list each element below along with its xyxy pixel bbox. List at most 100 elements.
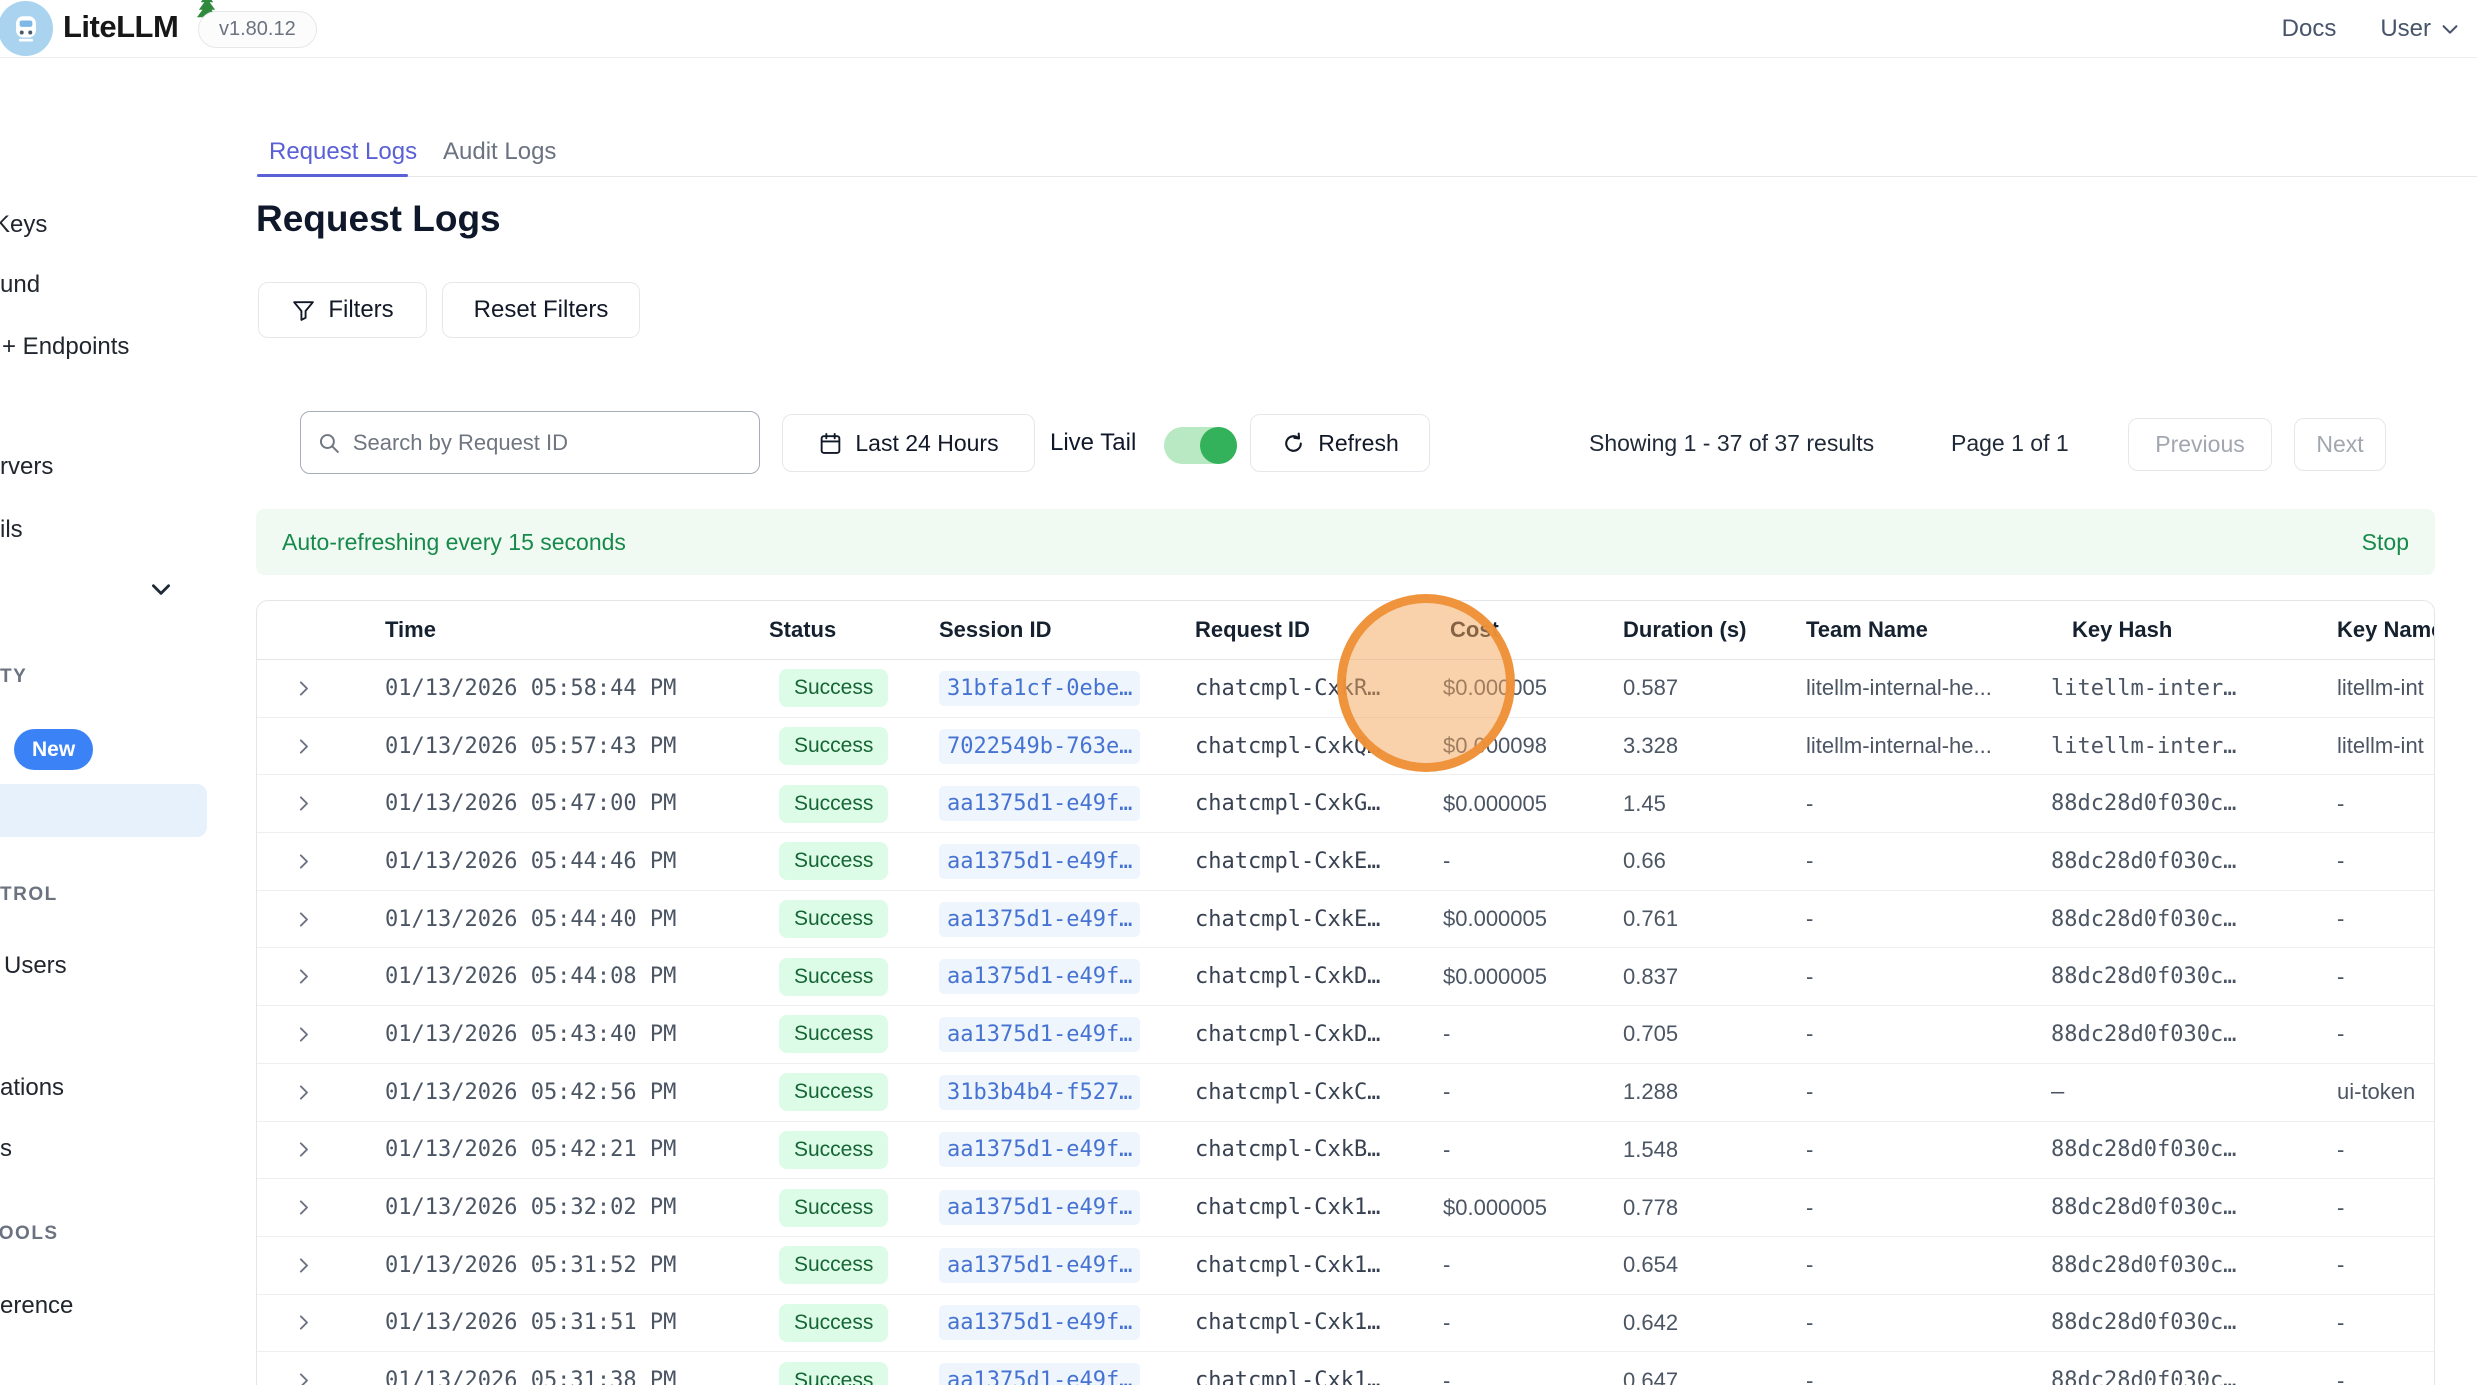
session-id-link[interactable]: aa1375d1-e49f… (939, 1132, 1140, 1167)
sidebar-item-playground[interactable]: und (0, 271, 40, 299)
cell-key-hash: 88dc28d0f030c… (2051, 1179, 2236, 1236)
status-badge: Success (779, 1246, 888, 1284)
session-id-link[interactable]: aa1375d1-e49f… (939, 844, 1140, 879)
session-id-link[interactable]: 31b3b4b4-f527… (939, 1075, 1140, 1110)
live-tail-toggle[interactable] (1164, 427, 1237, 464)
session-id-link[interactable]: aa1375d1-e49f… (939, 1017, 1140, 1052)
table-row: 01/13/2026 05:31:52 PM Success aa1375d1-… (257, 1237, 2434, 1295)
sidebar-item-reference[interactable]: erence (0, 1292, 73, 1320)
cell-key-name: - (2337, 891, 2344, 948)
session-id-link[interactable]: aa1375d1-e49f… (939, 786, 1140, 821)
cell-key-name: litellm-int (2337, 718, 2424, 775)
expand-row-chevron-icon[interactable] (293, 1179, 323, 1236)
expand-row-chevron-icon[interactable] (293, 1064, 323, 1121)
table-row: 01/13/2026 05:43:40 PM Success aa1375d1-… (257, 1006, 2434, 1064)
cell-team-name: - (1806, 1352, 1813, 1385)
status-badge: Success (779, 842, 888, 880)
cell-team-name: - (1806, 1006, 1813, 1063)
cell-duration: 0.647 (1623, 1352, 1678, 1385)
expand-row-chevron-icon[interactable] (293, 833, 323, 890)
cell-team-name: litellm-internal-he... (1806, 718, 1992, 775)
expand-row-chevron-icon[interactable] (293, 1006, 323, 1063)
sidebar-item-keys[interactable]: Keys (0, 211, 47, 239)
session-id-link[interactable]: aa1375d1-e49f… (939, 902, 1140, 937)
table-row: 01/13/2026 05:44:46 PM Success aa1375d1-… (257, 833, 2434, 891)
expand-row-chevron-icon[interactable] (293, 1352, 323, 1385)
refresh-icon (1281, 431, 1306, 456)
status-badge: Success (779, 958, 888, 996)
cell-key-name: - (2337, 833, 2344, 890)
sidebar-item-teams[interactable]: s (0, 1135, 12, 1163)
cell-time: 01/13/2026 05:44:40 PM (385, 891, 676, 948)
new-badge: New (14, 729, 93, 770)
cell-status: Success (779, 1295, 888, 1352)
expand-row-chevron-icon[interactable] (293, 1295, 323, 1352)
status-badge: Success (779, 1131, 888, 1169)
cell-team-name: - (1806, 1064, 1813, 1121)
tab-audit-logs[interactable]: Audit Logs (443, 138, 556, 166)
table-header-row: Time Status Session ID Request ID Cost D… (257, 601, 2434, 660)
table-row: 01/13/2026 05:31:51 PM Success aa1375d1-… (257, 1295, 2434, 1353)
expand-row-chevron-icon[interactable] (293, 1122, 323, 1179)
cell-key-name: - (2337, 1237, 2344, 1294)
expand-row-chevron-icon[interactable] (293, 1237, 323, 1294)
cell-key-hash: litellm-inter… (2051, 718, 2236, 775)
session-id-link[interactable]: aa1375d1-e49f… (939, 1363, 1140, 1385)
page-indicator: Page 1 of 1 (1951, 414, 2069, 472)
refresh-button[interactable]: Refresh (1250, 414, 1430, 472)
status-badge: Success (779, 1362, 888, 1385)
cell-key-name: - (2337, 1179, 2344, 1236)
cell-cost: $0.000005 (1443, 1179, 1547, 1236)
expand-row-chevron-icon[interactable] (293, 718, 323, 775)
cell-duration: 1.548 (1623, 1122, 1678, 1179)
tab-request-logs[interactable]: Request Logs (269, 138, 417, 166)
cell-key-hash: 88dc28d0f030c… (2051, 833, 2236, 890)
status-badge: Success (779, 1015, 888, 1053)
cell-key-hash: 88dc28d0f030c… (2051, 891, 2236, 948)
expand-row-chevron-icon[interactable] (293, 775, 323, 832)
session-id-link[interactable]: aa1375d1-e49f… (939, 1190, 1140, 1225)
sidebar-item-users[interactable]: Users (4, 952, 67, 980)
table-row: 01/13/2026 05:58:44 PM Success 31bfa1cf-… (257, 660, 2434, 718)
sidebar-section-observability: TY (0, 666, 27, 688)
sidebar-item-servers[interactable]: rvers (0, 453, 53, 481)
session-id-link[interactable]: aa1375d1-e49f… (939, 1305, 1140, 1340)
stop-auto-refresh-link[interactable]: Stop (2362, 529, 2409, 556)
cell-status: Success (779, 1237, 888, 1294)
col-header-time: Time (385, 601, 436, 659)
reset-filters-button[interactable]: Reset Filters (442, 282, 640, 338)
sidebar-item-guardrails[interactable]: ils (0, 516, 23, 544)
train-icon (9, 12, 43, 46)
expand-row-chevron-icon[interactable] (293, 891, 323, 948)
time-range-button[interactable]: Last 24 Hours (782, 414, 1035, 472)
session-id-link[interactable]: aa1375d1-e49f… (939, 1248, 1140, 1283)
cell-status: Success (779, 775, 888, 832)
cell-cost: $0.000005 (1443, 660, 1547, 717)
version-badge: v1.80.12 (198, 11, 317, 48)
sidebar-item-endpoints[interactable]: + Endpoints (2, 333, 129, 361)
search-input[interactable] (353, 430, 743, 456)
docs-link[interactable]: Docs (2282, 15, 2337, 43)
cell-key-name: ui-token (2337, 1064, 2415, 1121)
sidebar-chevron-down-icon[interactable] (148, 576, 174, 602)
table-row: 01/13/2026 05:31:38 PM Success aa1375d1-… (257, 1352, 2434, 1385)
expand-row-chevron-icon[interactable] (293, 948, 323, 1005)
cell-duration: 0.66 (1623, 833, 1666, 890)
expand-row-chevron-icon[interactable] (293, 660, 323, 717)
cell-cost: $0.000005 (1443, 948, 1547, 1005)
sidebar-item-organizations[interactable]: ations (0, 1074, 64, 1102)
cell-cost: - (1443, 1122, 1450, 1179)
sidebar-item-active-logs[interactable] (0, 784, 207, 837)
user-menu[interactable]: User (2380, 15, 2461, 43)
status-badge: Success (779, 1189, 888, 1227)
cell-duration: 0.587 (1623, 660, 1678, 717)
filters-button[interactable]: Filters (258, 282, 427, 338)
search-icon (317, 430, 341, 456)
results-count: Showing 1 - 37 of 37 results (1589, 414, 1874, 472)
previous-page-button[interactable]: Previous (2128, 418, 2272, 471)
next-page-button[interactable]: Next (2294, 418, 2386, 471)
session-id-link[interactable]: 7022549b-763e… (939, 729, 1140, 764)
session-id-link[interactable]: 31bfa1cf-0ebe… (939, 671, 1140, 706)
cell-key-name: litellm-int (2337, 660, 2424, 717)
session-id-link[interactable]: aa1375d1-e49f… (939, 959, 1140, 994)
